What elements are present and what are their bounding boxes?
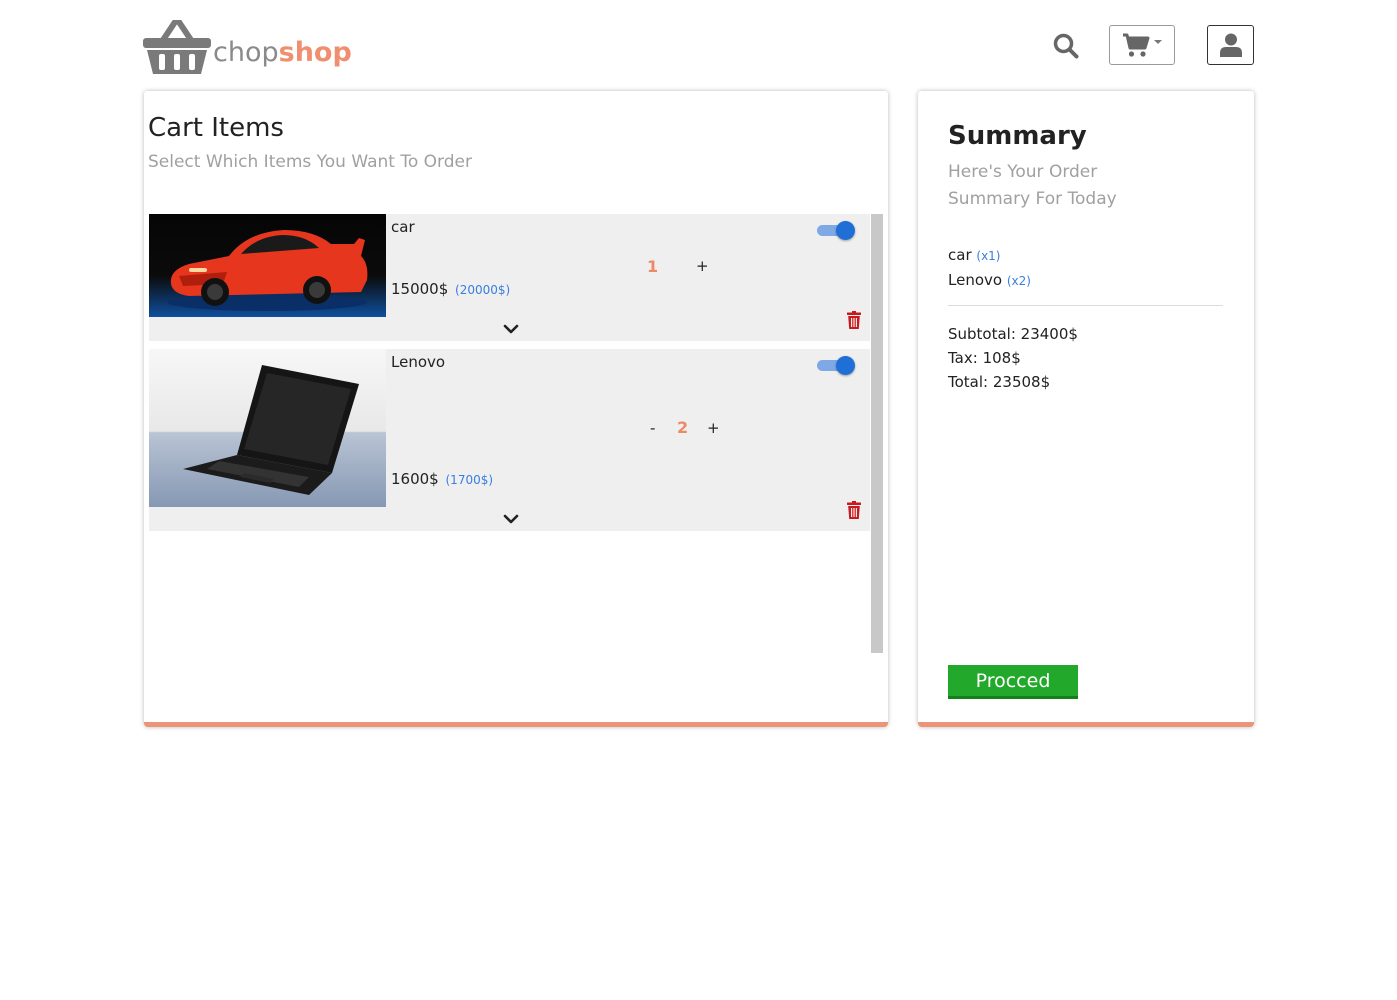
brand-name: chopshop xyxy=(213,39,352,66)
search-button[interactable] xyxy=(1050,30,1082,62)
original-price: (20000$) xyxy=(455,283,511,297)
trash-icon[interactable] xyxy=(847,501,861,519)
cart-panel: Cart Items Select Which Items You Want T… xyxy=(144,91,888,727)
summary-line-name: car xyxy=(948,246,972,264)
proceed-button[interactable]: Procced xyxy=(948,665,1078,699)
quantity-decrease-button[interactable]: - xyxy=(650,419,655,437)
summary-totals: Subtotal: 23400$ Tax: 108$ Total: 23508$ xyxy=(948,322,1078,394)
item-price: 1600$ (1700$) xyxy=(391,470,493,488)
summary-item-list: car (x1) Lenovo (x2) xyxy=(948,243,1031,293)
toggle-knob xyxy=(836,221,855,240)
item-name: car xyxy=(391,218,415,236)
brand-name-part2: shop xyxy=(278,37,352,68)
quantity-increase-button[interactable]: + xyxy=(707,419,720,437)
summary-line: car (x1) xyxy=(948,243,1031,268)
user-account-button[interactable] xyxy=(1207,25,1254,65)
cart-dropdown-button[interactable] xyxy=(1109,25,1175,65)
select-item-toggle[interactable] xyxy=(817,220,857,240)
cart-item: car 1 + 15000$ (20000$) xyxy=(149,214,870,341)
tax: Tax: 108$ xyxy=(948,349,1021,367)
quantity-value: 1 xyxy=(647,257,659,276)
chevron-down-icon[interactable] xyxy=(503,323,519,335)
quantity-increase-button[interactable]: + xyxy=(696,257,709,275)
cart-item: Lenovo - 2 + 1600$ (1700$) xyxy=(149,349,870,531)
original-price: (1700$) xyxy=(445,473,494,487)
summary-panel: Summary Here's Your Order Summary For To… xyxy=(918,91,1254,727)
summary-line-qty: (x1) xyxy=(976,249,1001,263)
quantity-value: 2 xyxy=(677,418,689,437)
summary-divider xyxy=(948,305,1223,306)
select-item-toggle[interactable] xyxy=(817,355,857,375)
summary-subtitle: Here's Your Order Summary For Today xyxy=(948,162,1117,209)
product-image-car xyxy=(149,214,386,317)
chevron-down-icon xyxy=(1154,40,1162,44)
cart-subtitle: Select Which Items You Want To Order xyxy=(148,152,472,172)
trash-icon[interactable] xyxy=(847,311,861,329)
brand-logo[interactable]: chopshop xyxy=(143,18,352,74)
chevron-down-icon[interactable] xyxy=(503,513,519,525)
shopping-cart-icon xyxy=(1123,33,1150,57)
summary-line-qty: (x2) xyxy=(1006,274,1031,288)
item-name: Lenovo xyxy=(391,353,446,371)
cart-items-list: car 1 + 15000$ (20000$) Lenovo - 2 + 160… xyxy=(149,214,883,653)
cart-title: Cart Items xyxy=(148,113,284,143)
items-scrollbar[interactable] xyxy=(871,214,883,653)
total: Total: 23508$ xyxy=(948,373,1051,391)
summary-line-name: Lenovo xyxy=(948,271,1003,289)
subtotal: Subtotal: 23400$ xyxy=(948,325,1078,343)
summary-title: Summary xyxy=(948,121,1087,151)
brand-name-part1: chop xyxy=(213,37,279,68)
item-price: 15000$ (20000$) xyxy=(391,280,510,298)
product-image-lenovo xyxy=(149,349,386,507)
basket-icon xyxy=(143,20,211,74)
current-price: 15000$ xyxy=(391,280,449,298)
search-icon xyxy=(1053,33,1079,59)
summary-line: Lenovo (x2) xyxy=(948,268,1031,293)
user-icon xyxy=(1219,33,1242,57)
toggle-knob xyxy=(836,356,855,375)
current-price: 1600$ xyxy=(391,470,439,488)
